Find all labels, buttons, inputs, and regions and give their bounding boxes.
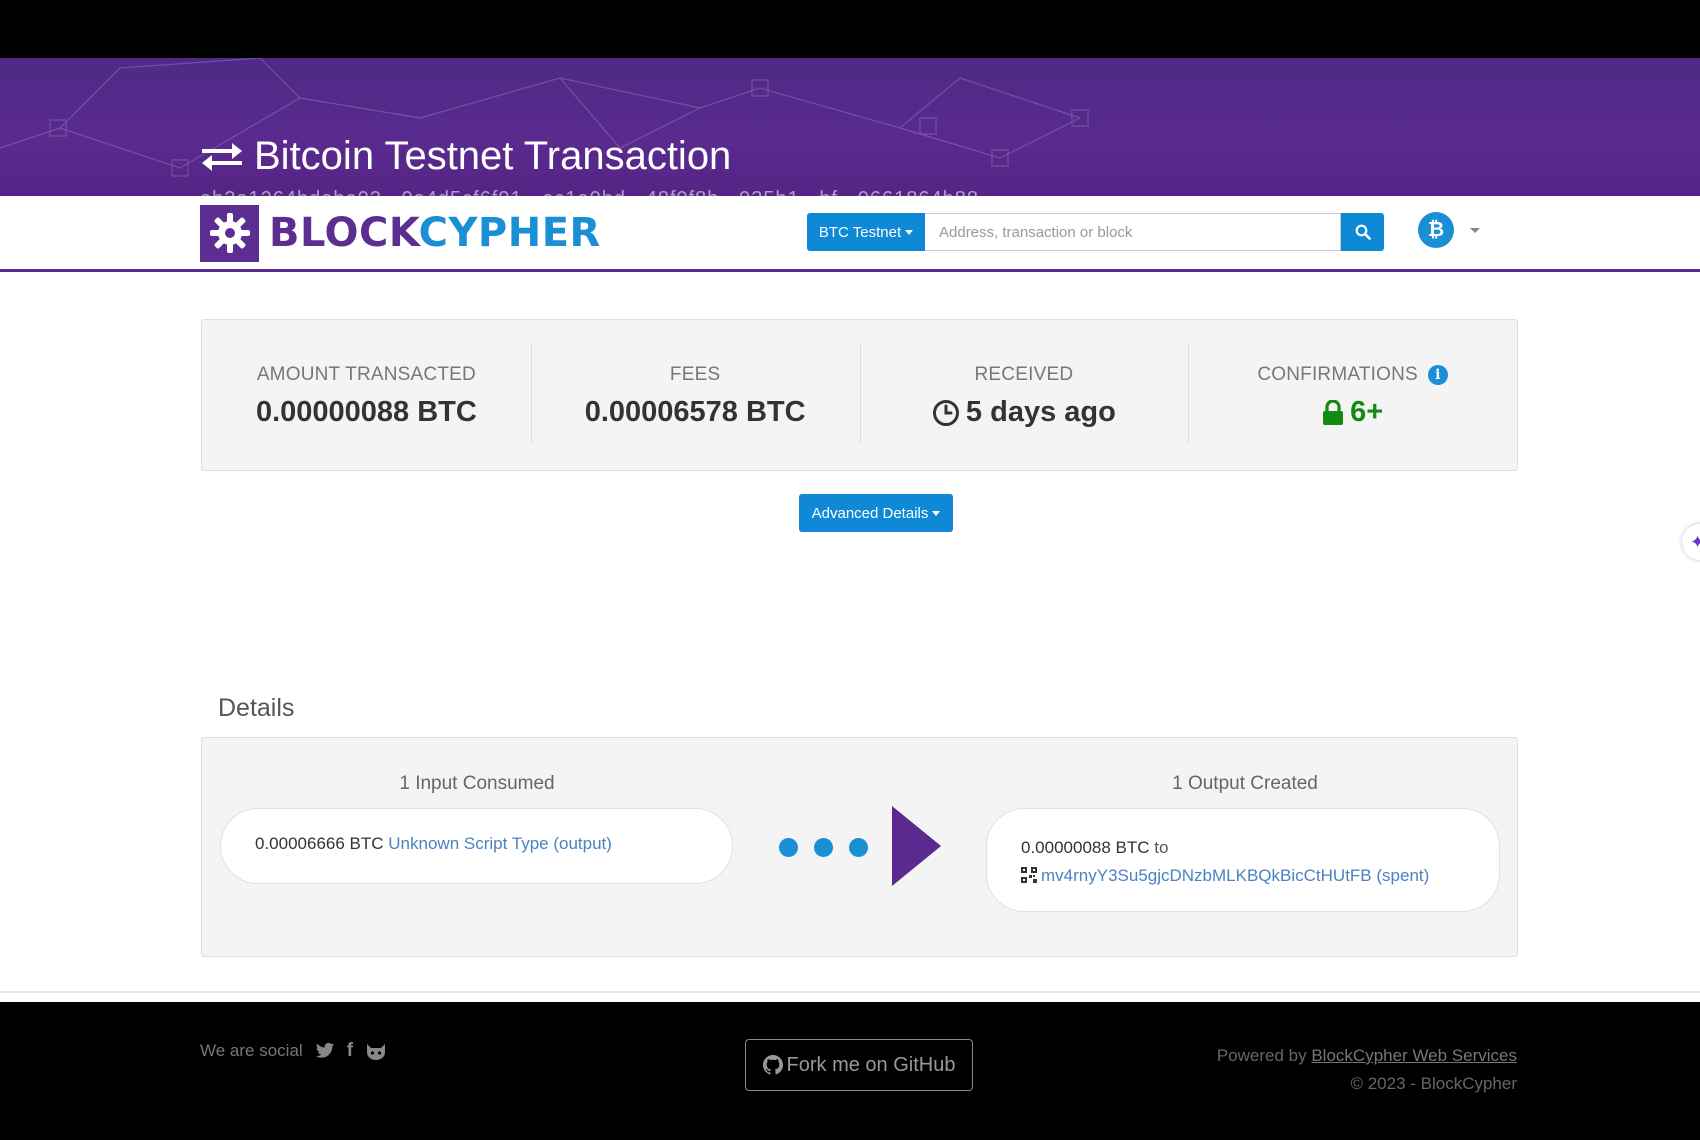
search-bar: BTC Testnet <box>807 213 1384 251</box>
caret-down-icon <box>905 229 914 235</box>
facebook-icon[interactable]: f <box>347 1040 353 1062</box>
input-output-ref-link[interactable]: (output) <box>553 834 612 853</box>
fees-label: FEES <box>669 364 721 385</box>
transaction-summary-panel: AMOUNT TRANSACTED 0.00000088 BTC FEES 0.… <box>201 319 1518 471</box>
flow-arrow-icon <box>892 806 941 886</box>
logo-text: BLOCKCYPHER <box>269 210 601 256</box>
social-label: We are social <box>200 1041 303 1060</box>
details-panel: 1 Input Consumed 1 Output Created 0.0000… <box>201 737 1518 957</box>
footer-divider <box>0 991 1700 993</box>
caret-down-icon <box>1470 227 1480 233</box>
output-to-label: to <box>1154 838 1169 857</box>
stat-confirmations: CONFIRMATIONS i 6+ <box>1188 320 1517 470</box>
gear-logo-icon <box>200 204 259 262</box>
lock-icon <box>1323 399 1344 425</box>
caret-down-icon <box>932 510 941 516</box>
search-icon <box>1355 224 1371 240</box>
input-item: 0.00006666 BTC Unknown Script Type (outp… <box>220 808 733 884</box>
output-address-link[interactable]: mv4rnyY3Su5gjcDNzbMLKBQkBicCtHUtFB <box>1041 866 1372 885</box>
copyright: © 2023 - BlockCypher <box>1350 1074 1517 1093</box>
confirmations-label: CONFIRMATIONS i <box>1257 364 1448 386</box>
outputs-heading: 1 Output Created <box>1172 773 1318 794</box>
transaction-hash: ab2a1264bdabe02...0a4d5cf6f91...ec1a0bd.… <box>200 188 979 196</box>
amount-value: 0.00000088 BTC <box>255 396 477 428</box>
stat-fees: FEES 0.00006578 BTC <box>530 320 860 470</box>
stat-received: RECEIVED 5 days ago <box>859 320 1189 470</box>
details-heading: Details <box>218 694 295 722</box>
info-icon[interactable]: i <box>1427 365 1448 385</box>
github-icon <box>762 1055 783 1075</box>
flow-dot <box>849 838 868 857</box>
navbar: BLOCKCYPHER BTC Testnet ₿ <box>0 196 1700 272</box>
clock-icon <box>932 399 959 426</box>
sparkle-widget-icon[interactable]: ✦ <box>1682 524 1700 560</box>
received-label: RECEIVED <box>974 364 1074 385</box>
output-item: 0.00000088 BTC to mv4rnyY3Su5gjcDNzbMLKB… <box>986 808 1500 912</box>
amount-label: AMOUNT TRANSACTED <box>256 364 476 385</box>
coin-selector[interactable]: ₿ <box>1418 212 1480 248</box>
blockcypher-services-link[interactable]: BlockCypher Web Services <box>1311 1046 1517 1065</box>
social-links: We are social f <box>200 1040 387 1062</box>
github-cat-icon[interactable] <box>365 1041 387 1061</box>
twitter-icon[interactable] <box>315 1042 335 1060</box>
received-value: 5 days ago <box>932 396 1116 429</box>
footer: We are social f Fork me on GitHub Powere… <box>0 1002 1700 1140</box>
flow-dot <box>779 838 798 857</box>
confirmations-value: 6+ <box>1322 396 1383 429</box>
blockcypher-logo[interactable]: BLOCKCYPHER <box>200 204 601 262</box>
network-dropdown-button[interactable]: BTC Testnet <box>807 213 925 251</box>
page-title-text: Bitcoin Testnet Transaction <box>254 133 732 178</box>
qrcode-icon[interactable] <box>1021 867 1037 883</box>
inputs-heading: 1 Input Consumed <box>399 773 555 794</box>
browser-top-band <box>0 0 1700 58</box>
transfer-arrows-icon <box>202 143 242 171</box>
input-amount: 0.00006666 BTC <box>255 834 384 853</box>
search-input[interactable] <box>925 213 1341 251</box>
input-script-type-link[interactable]: Unknown Script Type <box>388 834 548 853</box>
flow-dot <box>814 838 833 857</box>
bitcoin-icon: ₿ <box>1418 212 1454 248</box>
page-title: Bitcoin Testnet Transaction <box>200 130 731 182</box>
output-amount: 0.00000088 BTC <box>1021 838 1150 857</box>
hero-banner: Bitcoin Testnet Transaction ab2a1264bdab… <box>0 58 1700 196</box>
output-spent-link[interactable]: (spent) <box>1376 866 1429 885</box>
powered-by: Powered by BlockCypher Web Services © 20… <box>1217 1042 1517 1098</box>
fork-on-github-button[interactable]: Fork me on GitHub <box>745 1039 973 1091</box>
search-button[interactable] <box>1341 213 1384 251</box>
stat-amount: AMOUNT TRANSACTED 0.00000088 BTC <box>202 320 531 470</box>
fees-value: 0.00006578 BTC <box>584 396 806 428</box>
advanced-details-button[interactable]: Advanced Details <box>799 494 953 532</box>
